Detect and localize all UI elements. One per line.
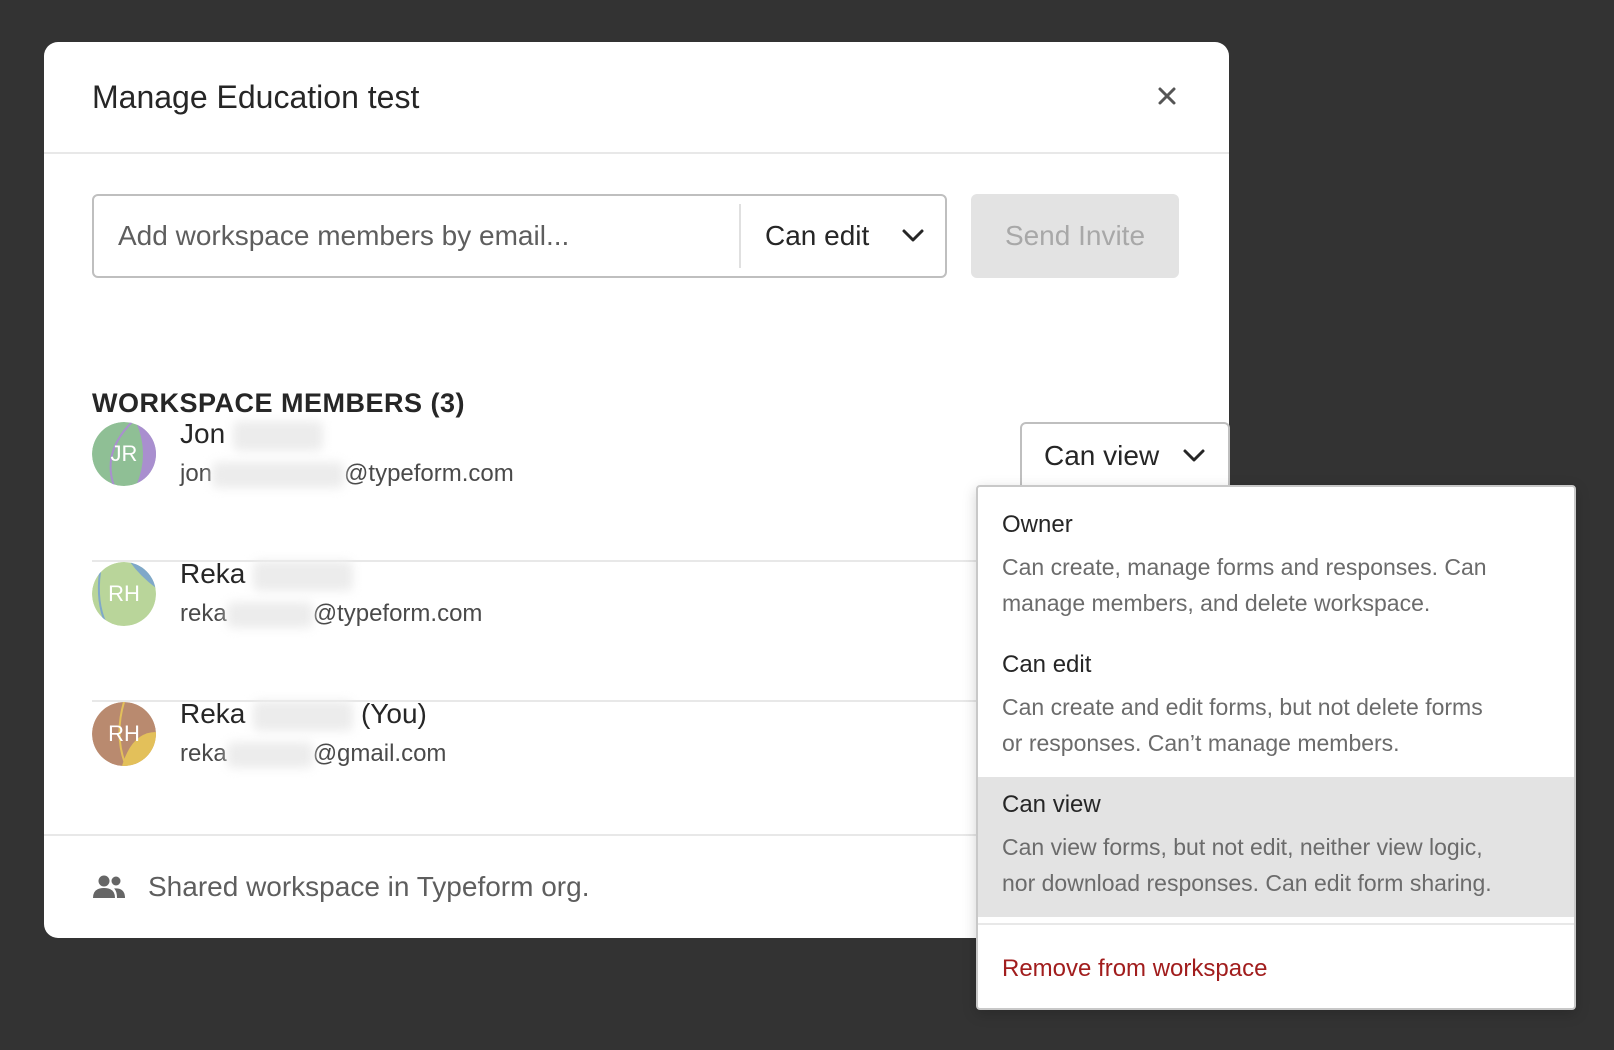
redacted-surname bbox=[253, 700, 354, 731]
remove-from-workspace-option[interactable]: Remove from workspace bbox=[1002, 955, 1267, 983]
close-button[interactable] bbox=[1149, 78, 1185, 114]
email-prefix: reka bbox=[180, 740, 227, 767]
member-email: jon @typeform.com bbox=[180, 460, 514, 488]
modal-title: Manage Education test bbox=[92, 78, 420, 115]
email-prefix: reka bbox=[180, 600, 227, 627]
avatar-initials: JR bbox=[110, 441, 138, 466]
avatar-initials: RH bbox=[108, 721, 140, 746]
invite-row: Can edit Send Invite bbox=[92, 194, 1179, 278]
members-heading: WORKSPACE MEMBERS (3) bbox=[92, 388, 466, 418]
you-label: (You) bbox=[360, 698, 427, 729]
email-domain: @gmail.com bbox=[312, 740, 447, 767]
close-icon bbox=[1158, 87, 1176, 105]
avatar-initials: RH bbox=[108, 581, 140, 606]
role-option-can-view[interactable]: Can view Can view forms, but not edit, n… bbox=[978, 777, 1574, 917]
member-email: reka @gmail.com bbox=[180, 740, 446, 768]
send-invite-button[interactable]: Send Invite bbox=[971, 194, 1179, 278]
role-option-can-edit[interactable]: Can edit Can create and edit forms, but … bbox=[978, 651, 1574, 761]
member-email: reka @typeform.com bbox=[180, 600, 482, 628]
member-name: Reka bbox=[180, 558, 354, 591]
member-role-label: Can view bbox=[1044, 440, 1160, 471]
role-option-title: Can edit bbox=[1002, 651, 1092, 678]
invite-role-label: Can edit bbox=[765, 220, 870, 251]
role-dropdown-menu: Owner Can create, manage forms and respo… bbox=[976, 485, 1576, 1010]
redacted-email bbox=[212, 461, 345, 488]
modal-header: Manage Education test bbox=[44, 42, 1229, 154]
member-first-name: Reka bbox=[180, 558, 246, 589]
avatar: JR bbox=[92, 422, 156, 486]
role-option-owner[interactable]: Owner Can create, manage forms and respo… bbox=[978, 511, 1574, 621]
invite-box: Can edit bbox=[92, 194, 947, 278]
redacted-surname bbox=[232, 420, 323, 451]
role-option-desc-line: Can create, manage forms and responses. … bbox=[1002, 554, 1487, 580]
member-first-name: Reka bbox=[180, 698, 246, 729]
role-option-title: Owner bbox=[1002, 511, 1073, 538]
redacted-email bbox=[226, 601, 313, 628]
avatar: RH bbox=[92, 702, 156, 766]
email-domain: @typeform.com bbox=[344, 460, 514, 487]
role-option-title: Can view bbox=[1002, 791, 1101, 818]
chevron-down-icon bbox=[1183, 449, 1205, 462]
chevron-down-icon bbox=[902, 229, 924, 242]
footer-text: Shared workspace in Typeform org. bbox=[148, 871, 590, 902]
role-option-desc-line: Can create and edit forms, but not delet… bbox=[1002, 694, 1483, 720]
email-input[interactable] bbox=[94, 196, 739, 276]
role-option-desc-line: or responses. Can’t manage members. bbox=[1002, 730, 1400, 756]
role-option-desc-line: nor download responses. Can edit form sh… bbox=[1002, 870, 1492, 896]
dropdown-divider bbox=[978, 923, 1574, 925]
email-prefix: jon bbox=[180, 460, 213, 487]
member-first-name: Jon bbox=[180, 418, 226, 449]
role-option-desc-line: manage members, and delete workspace. bbox=[1002, 590, 1431, 616]
avatar: RH bbox=[92, 562, 156, 626]
member-name: Jon bbox=[180, 418, 323, 451]
member-role-select[interactable]: Can view bbox=[1020, 422, 1230, 488]
role-option-desc-line: Can view forms, but not edit, neither vi… bbox=[1002, 834, 1483, 860]
people-icon bbox=[93, 875, 125, 898]
member-name: Reka (You) bbox=[180, 698, 427, 731]
redacted-surname bbox=[253, 560, 354, 591]
invite-role-select[interactable]: Can edit bbox=[741, 196, 945, 276]
redacted-email bbox=[226, 741, 313, 768]
email-domain: @typeform.com bbox=[312, 600, 483, 627]
